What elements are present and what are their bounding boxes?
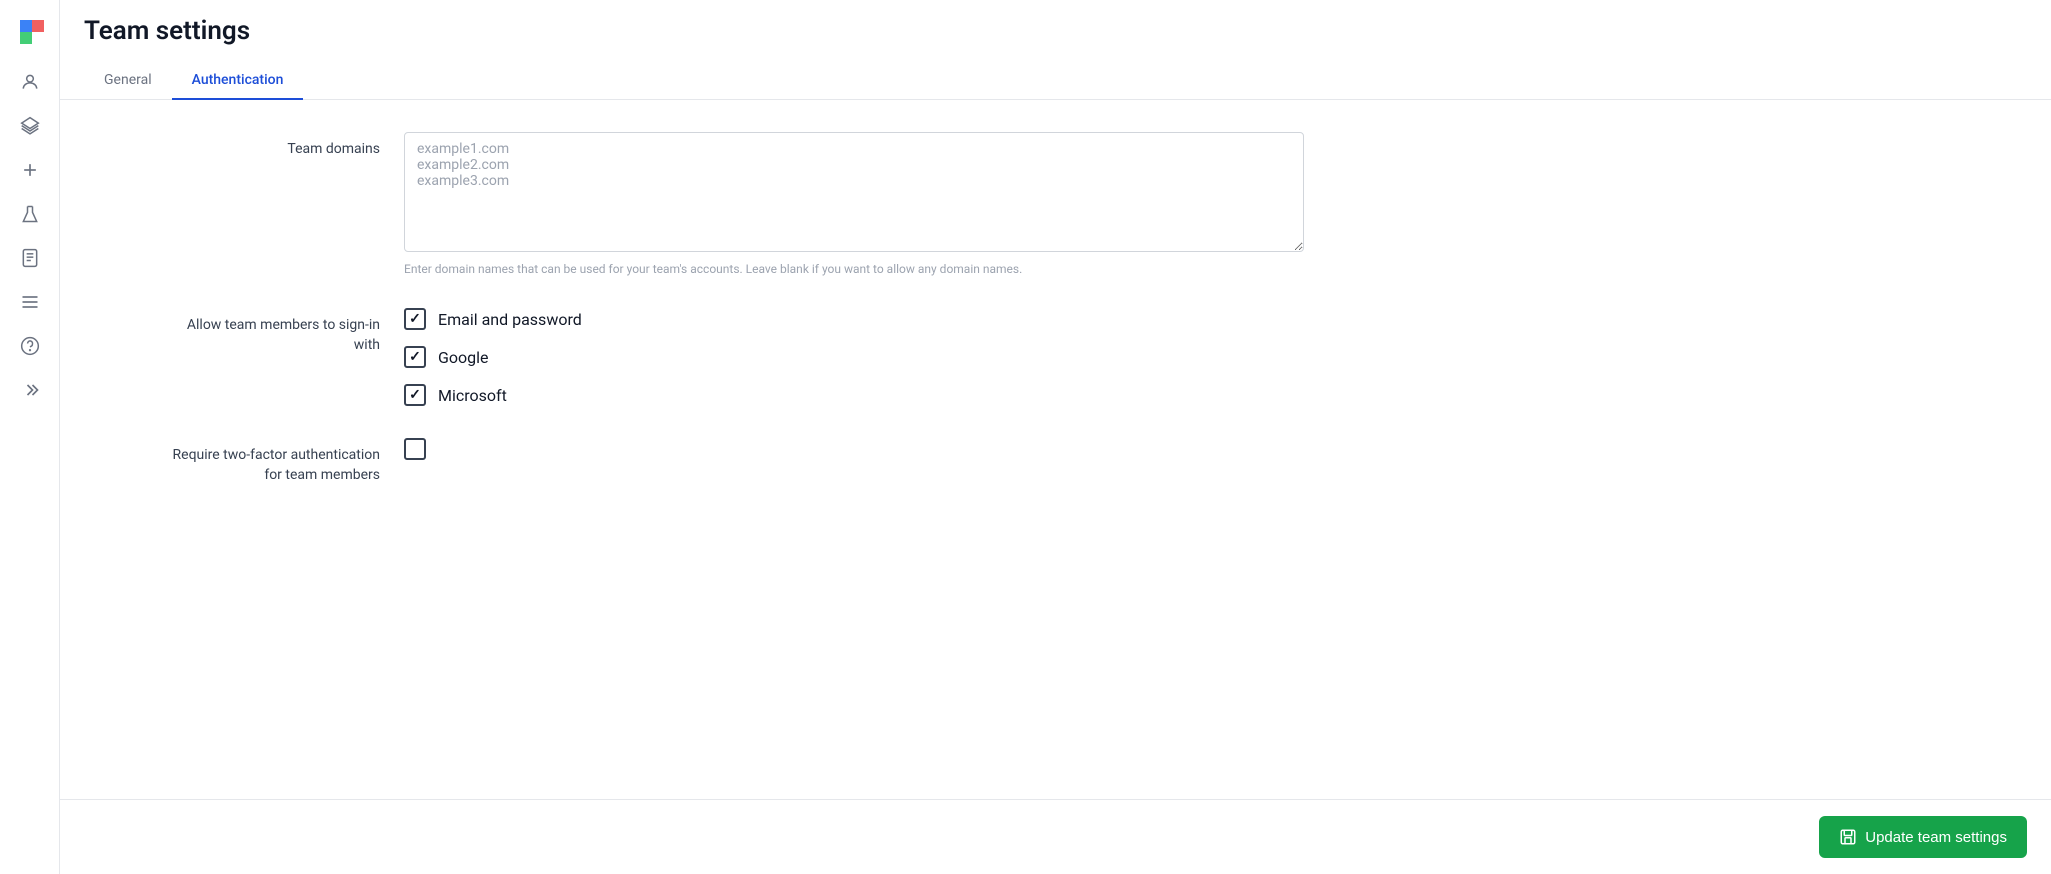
team-domains-row: Team domains Enter domain names that can… xyxy=(60,132,2051,276)
twofa-label: Require two-factor authentication for te… xyxy=(84,438,404,485)
email-password-label: Email and password xyxy=(438,310,582,329)
google-label: Google xyxy=(438,348,489,367)
flask-icon[interactable] xyxy=(12,196,48,232)
help-icon[interactable] xyxy=(12,328,48,364)
google-checkbox[interactable] xyxy=(404,346,426,368)
tab-bar: General Authentication xyxy=(84,62,2027,99)
twofa-checkbox[interactable] xyxy=(404,438,426,460)
app-logo[interactable] xyxy=(12,12,48,48)
update-settings-button[interactable]: Update team settings xyxy=(1819,816,2027,858)
sidebar xyxy=(0,0,60,874)
main-content: Team settings General Authentication Tea… xyxy=(60,0,2051,874)
tab-authentication[interactable]: Authentication xyxy=(172,62,304,100)
person-icon[interactable] xyxy=(12,64,48,100)
layers-icon[interactable] xyxy=(12,108,48,144)
plus-icon[interactable] xyxy=(12,152,48,188)
page-footer: Update team settings xyxy=(60,799,2051,874)
page-title: Team settings xyxy=(84,16,2027,46)
twofa-row: Require two-factor authentication for te… xyxy=(60,438,2051,485)
signin-options: Email and password Google Microsoft xyxy=(404,308,1304,406)
microsoft-option[interactable]: Microsoft xyxy=(404,384,1304,406)
signin-row: Allow team members to sign-in with Email… xyxy=(60,308,2051,406)
menu-icon[interactable] xyxy=(12,284,48,320)
email-password-option[interactable]: Email and password xyxy=(404,308,1304,330)
chevron-right-icon[interactable] xyxy=(12,372,48,408)
update-button-label: Update team settings xyxy=(1865,829,2007,846)
google-option[interactable]: Google xyxy=(404,346,1304,368)
microsoft-label: Microsoft xyxy=(438,386,507,405)
microsoft-checkbox[interactable] xyxy=(404,384,426,406)
signin-label: Allow team members to sign-in with xyxy=(84,308,404,355)
twofa-option[interactable] xyxy=(404,438,1304,460)
content-area: Team domains Enter domain names that can… xyxy=(60,100,2051,799)
team-domains-label: Team domains xyxy=(84,132,404,160)
email-password-checkbox[interactable] xyxy=(404,308,426,330)
save-icon xyxy=(1839,828,1857,846)
twofa-field xyxy=(404,438,1304,460)
document-icon[interactable] xyxy=(12,240,48,276)
tab-general[interactable]: General xyxy=(84,62,172,100)
team-domains-field: Enter domain names that can be used for … xyxy=(404,132,1304,276)
team-domains-input[interactable] xyxy=(404,132,1304,252)
signin-checkbox-group: Email and password Google Microsoft xyxy=(404,308,1304,406)
team-domains-help: Enter domain names that can be used for … xyxy=(404,262,1304,276)
page-header: Team settings General Authentication xyxy=(60,0,2051,100)
